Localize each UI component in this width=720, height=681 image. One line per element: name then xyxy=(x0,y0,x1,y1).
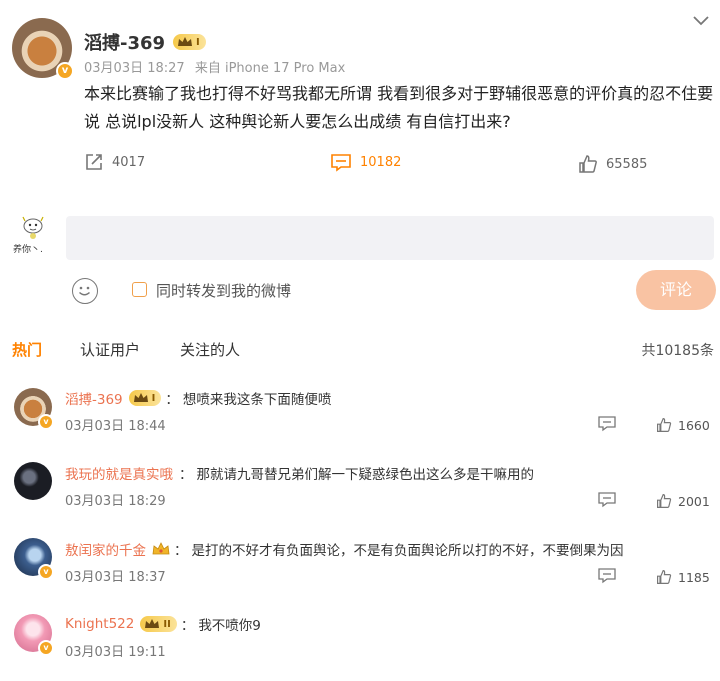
repost-button[interactable]: 4017 xyxy=(84,152,145,172)
comment-author[interactable]: 敖闰家的千金 xyxy=(65,539,146,559)
comment-like-button[interactable]: 1185 xyxy=(656,569,710,585)
emoji-button[interactable] xyxy=(72,278,98,304)
post-text: 本来比赛输了我也打得不好骂我都无所谓 我看到很多对于野辅很恶意的评价真的忍不住要… xyxy=(84,84,714,131)
comment-row: Knight522 II ： 我不喷你9 xyxy=(65,614,261,634)
comment-total-count: 共10185条 xyxy=(641,343,714,359)
comment-time: 03月03日 18:44 xyxy=(65,419,166,434)
submit-comment-button[interactable]: 评论 xyxy=(636,270,716,310)
comment-icon xyxy=(331,154,351,172)
comment-text: 那就请九哥替兄弟们解一下疑惑绿色出这么多是干嘛用的 xyxy=(196,467,535,483)
reply-icon[interactable] xyxy=(598,492,616,508)
comment-like-count: 2001 xyxy=(678,493,710,509)
current-user-avatar[interactable]: 养你丶. xyxy=(10,212,56,258)
reply-icon[interactable] xyxy=(598,416,616,432)
member-level-text: I xyxy=(196,36,200,48)
crown-icon xyxy=(152,542,170,555)
post-author-name[interactable]: 滔搏-369 xyxy=(84,29,165,55)
like-icon xyxy=(657,417,672,432)
chevron-down-icon[interactable] xyxy=(692,14,710,26)
comment-separator: ： xyxy=(174,543,188,559)
avatar-caption: 养你丶. xyxy=(13,245,43,255)
verified-icon: v xyxy=(56,62,74,80)
like-icon xyxy=(579,155,597,173)
member-level-text: II xyxy=(163,618,171,630)
comment-time: 03月03日 19:11 xyxy=(65,645,166,660)
comment-time: 03月03日 18:29 xyxy=(65,494,166,509)
comment-text: 想喷来我这条下面随便喷 xyxy=(182,392,332,408)
verified-icon: v xyxy=(38,564,54,580)
comment-input[interactable] xyxy=(66,216,714,260)
post-meta: 03月03日 18:27 来自 iPhone 17 Pro Max xyxy=(84,57,345,76)
forward-label[interactable]: 同时转发到我的微博 xyxy=(156,280,291,301)
verified-icon: v xyxy=(38,414,54,430)
like-count: 65585 xyxy=(606,156,648,172)
comment-separator: ： xyxy=(180,618,195,634)
comment-separator: ： xyxy=(165,392,179,408)
member-level-badge[interactable]: I xyxy=(128,390,162,406)
post-author-row: 滔搏-369 I xyxy=(84,29,206,55)
member-level-badge[interactable]: II xyxy=(140,616,177,632)
forward-checkbox[interactable] xyxy=(132,282,147,297)
comment-avatar[interactable] xyxy=(14,462,52,500)
repost-icon xyxy=(86,154,102,170)
like-icon xyxy=(657,493,672,508)
comment-like-count: 1660 xyxy=(678,417,710,433)
repost-count: 4017 xyxy=(112,154,146,170)
comment-author[interactable]: 我玩的就是真实哦 xyxy=(65,463,173,483)
emoji-icon xyxy=(78,286,91,296)
comment-count: 10182 xyxy=(360,154,402,170)
tab-following[interactable]: 关注的人 xyxy=(180,339,240,360)
tab-verified-users[interactable]: 认证用户 xyxy=(80,339,140,360)
comment-row: 我玩的就是真实哦 ： 那就请九哥替兄弟们解一下疑惑绿色出这么多是干嘛用的 xyxy=(65,463,534,483)
comment-like-count: 1185 xyxy=(678,569,710,585)
tab-hot[interactable]: 热门 xyxy=(12,339,42,360)
comment-time: 03月03日 18:37 xyxy=(65,570,166,585)
post-date: 03月03日 18:27 xyxy=(84,61,185,76)
comment-like-button[interactable]: 1660 xyxy=(656,417,710,433)
crown-icon xyxy=(178,37,193,46)
comment-row: 敖闰家的千金 ： 是打的不好才有负面舆论，不是有负面舆论所以打的不好，不要倒果为… xyxy=(65,539,624,559)
post-source: 来自 iPhone 17 Pro Max xyxy=(194,61,346,76)
comment-button[interactable]: 10182 xyxy=(330,152,401,172)
comment-text: 我不喷你9 xyxy=(198,618,261,634)
comment-author[interactable]: Knight522 xyxy=(65,616,134,632)
verified-icon: v xyxy=(38,640,54,656)
comment-author[interactable]: 滔搏-369 xyxy=(65,388,123,408)
member-level-text: I xyxy=(151,392,156,404)
comment-text: 是打的不好才有负面舆论，不是有负面舆论所以打的不好，不要倒果为因 xyxy=(191,543,624,559)
crown-icon xyxy=(145,619,160,628)
crown-icon xyxy=(133,393,148,402)
like-button[interactable]: 65585 xyxy=(578,154,647,174)
member-level-badge[interactable]: I xyxy=(173,34,206,50)
like-icon xyxy=(657,569,672,584)
comment-row: 滔搏-369 I ： 想喷来我这条下面随便喷 xyxy=(65,388,331,408)
comment-separator: ： xyxy=(179,467,193,483)
reply-icon[interactable] xyxy=(598,568,616,584)
comment-like-button[interactable]: 2001 xyxy=(656,493,710,509)
